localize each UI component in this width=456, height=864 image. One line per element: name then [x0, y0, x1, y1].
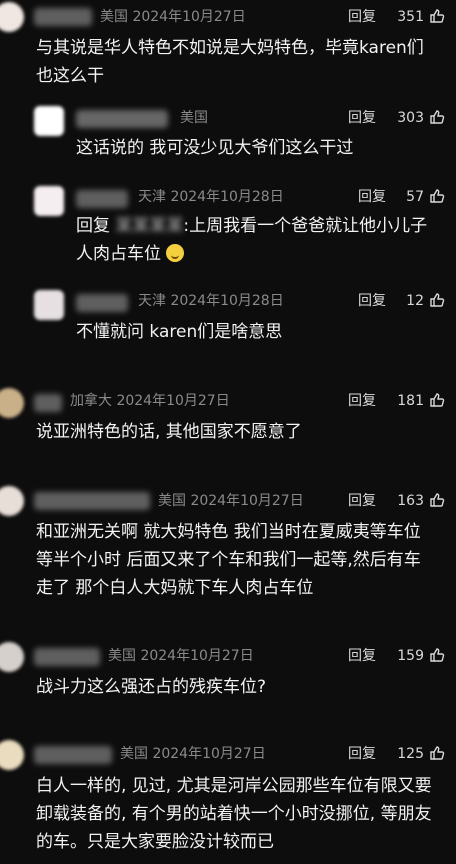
- thumbs-up-icon[interactable]: [429, 109, 445, 125]
- reply-button[interactable]: 回复: [348, 109, 376, 127]
- reply-button[interactable]: 回复: [358, 188, 386, 206]
- like-count: 159: [397, 648, 424, 664]
- username[interactable]: [34, 492, 150, 510]
- thumbs-up-icon[interactable]: [429, 188, 445, 204]
- like-count: 163: [397, 493, 424, 509]
- like-count: 125: [397, 746, 424, 762]
- comment-meta: 加拿大 2024年10月27日: [70, 393, 230, 409]
- like-count: 351: [397, 9, 424, 25]
- username[interactable]: [76, 190, 128, 208]
- comment-meta: 天津 2024年10月28日: [138, 293, 284, 309]
- comment-meta: 美国 2024年10月27日: [120, 746, 266, 762]
- avatar[interactable]: [34, 290, 64, 320]
- comment-text: 这话说的 我可没少见大爷们这么干过: [76, 138, 354, 158]
- reply-button[interactable]: 回复: [348, 647, 376, 665]
- comment-text: 战斗力这么强还占的残疾车位?: [36, 677, 267, 697]
- comment-meta: 天津 2024年10月28日: [138, 189, 284, 205]
- comment-meta: 美国 2024年10月27日: [108, 648, 254, 664]
- reply-button[interactable]: 回复: [348, 492, 376, 510]
- like-count: 12: [406, 293, 424, 309]
- thumbs-up-icon[interactable]: [429, 292, 445, 308]
- avatar[interactable]: [0, 740, 24, 770]
- reply-button[interactable]: 回复: [358, 292, 386, 310]
- comment-meta: 美国 2024年10月27日: [100, 9, 246, 25]
- username[interactable]: [76, 110, 168, 128]
- avatar[interactable]: [0, 486, 24, 516]
- like-count: 181: [397, 393, 424, 409]
- thumbs-up-icon[interactable]: [429, 492, 445, 508]
- thumbs-up-icon[interactable]: [429, 647, 445, 663]
- reply-prefix: 回复: [76, 216, 110, 236]
- avatar[interactable]: [0, 2, 24, 32]
- reply-button[interactable]: 回复: [348, 392, 376, 410]
- comment-text: 白人一样的, 见过, 尤其是河岸公园那些车位有限又要卸载装备的, 有个男的站着快…: [36, 776, 432, 852]
- username[interactable]: [34, 8, 92, 26]
- comment-text: 与其说是华人特色不如说是大妈特色，毕竟karen们也这么干: [36, 38, 424, 86]
- like-count: 303: [397, 110, 424, 126]
- avatar[interactable]: [34, 106, 64, 136]
- comment-text: 回复 某某某某:上周我看一个爸爸就让他小儿子人肉占车位: [76, 212, 436, 268]
- avatar[interactable]: [34, 186, 64, 216]
- username[interactable]: [34, 648, 100, 666]
- thumbs-up-icon[interactable]: [429, 8, 445, 24]
- like-count: 57: [406, 189, 424, 205]
- avatar[interactable]: [0, 642, 24, 672]
- username[interactable]: [34, 746, 112, 764]
- thumbs-up-icon[interactable]: [429, 745, 445, 761]
- comment-meta: 美国 2024年10月27日: [158, 493, 304, 509]
- username[interactable]: [34, 394, 62, 412]
- avatar[interactable]: [0, 388, 24, 418]
- mentioned-user[interactable]: 某某某某: [115, 212, 183, 240]
- reply-button[interactable]: 回复: [348, 745, 376, 763]
- comment-text: 说亚洲特色的话, 其他国家不愿意了: [36, 422, 302, 442]
- grin-emoji-icon: [166, 244, 185, 262]
- reply-button[interactable]: 回复: [348, 8, 376, 26]
- thumbs-up-icon[interactable]: [429, 392, 445, 408]
- comment-text: 和亚洲无关啊 就大妈特色 我们当时在夏威夷等车位等半个小时 后面又来了个车和我们…: [36, 522, 421, 598]
- username[interactable]: [76, 294, 128, 312]
- comment-meta: 美国: [180, 110, 208, 126]
- comment-text: 不懂就问 karen们是啥意思: [76, 322, 283, 342]
